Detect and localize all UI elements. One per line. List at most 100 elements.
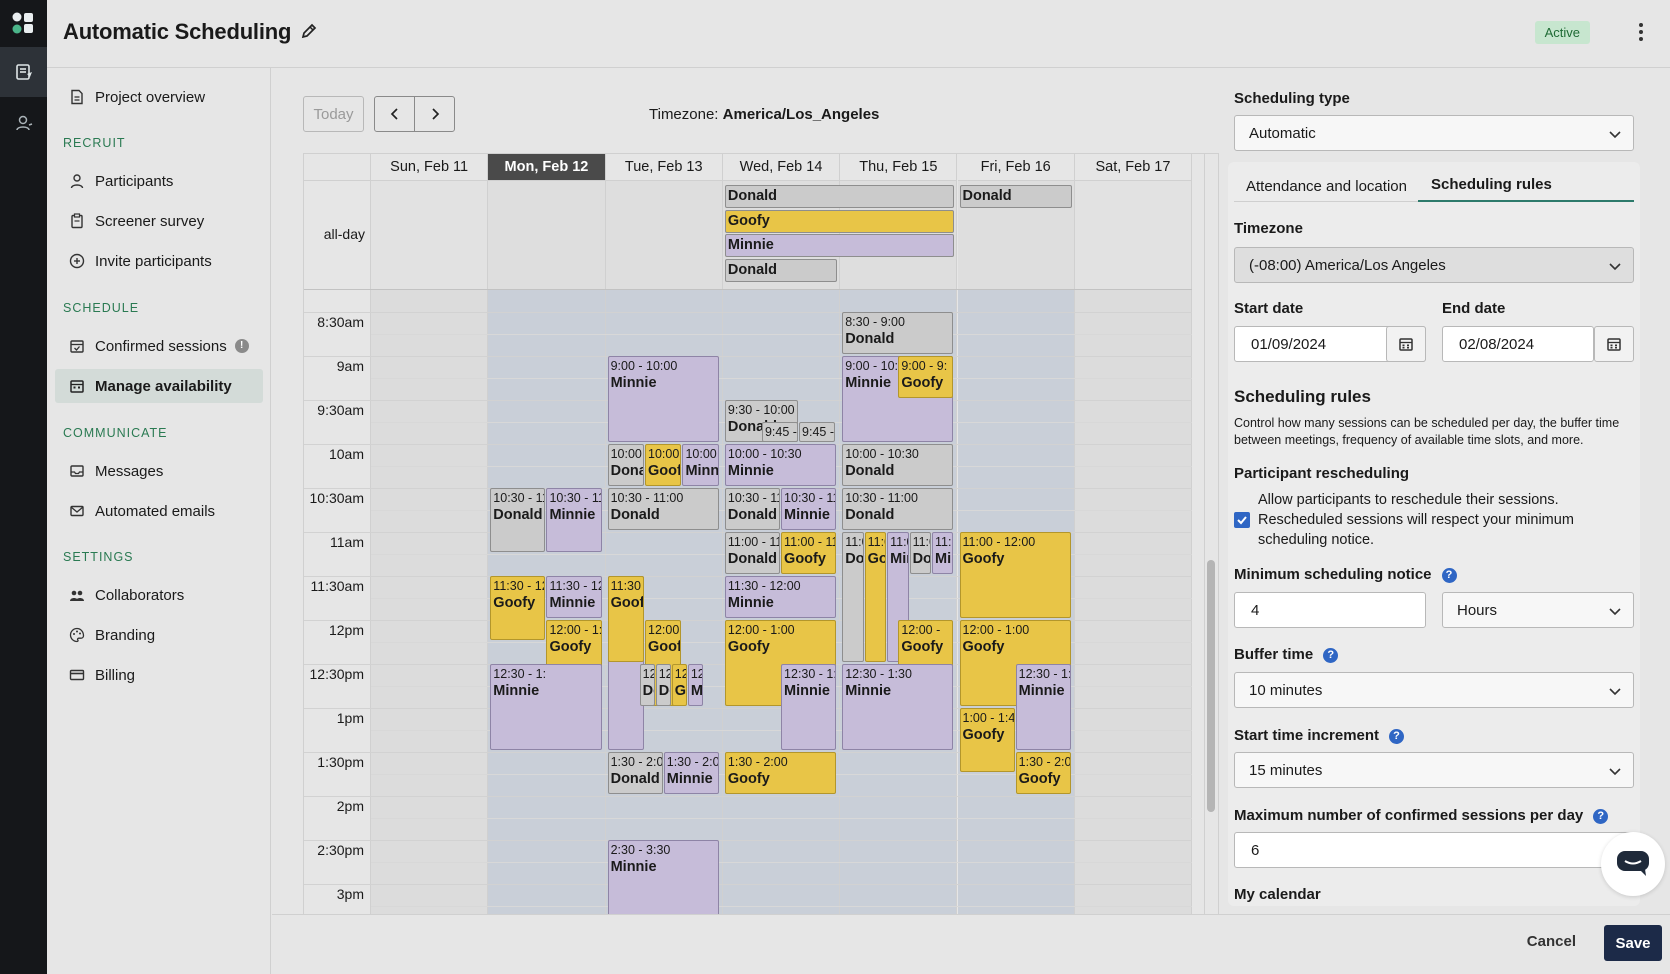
calendar-event[interactable]: 11:0 Minnie	[932, 532, 954, 574]
calendar-event[interactable]: 1:30 - 2:0 Goofy	[1015, 752, 1071, 794]
sidebar-item-manage-availability[interactable]: Manage availability	[55, 369, 263, 403]
app-logo-icon[interactable]	[11, 11, 35, 35]
calendar-event[interactable]: 10:30 - 11:00 Donald	[842, 488, 954, 530]
calendar-event[interactable]: 10:00 Goofy	[645, 444, 682, 486]
help-icon[interactable]: ?	[1593, 809, 1609, 824]
calendar-event[interactable]: 10:30 - 11: Donald	[724, 488, 781, 530]
reschedule-checkbox[interactable]	[1234, 512, 1250, 528]
calendar-event[interactable]: 11:0 Goofy	[864, 532, 887, 662]
cancel-button[interactable]: Cancel	[1527, 933, 1576, 950]
min-notice-unit-select[interactable]: Hours	[1442, 592, 1634, 628]
start-date-picker-button[interactable]	[1386, 326, 1426, 362]
calendar-event[interactable]: 11:30 - 12: Goofy	[490, 576, 546, 640]
sidebar-item-invite-participants[interactable]: Invite participants	[55, 244, 263, 278]
min-notice-input[interactable]: 4	[1234, 592, 1426, 628]
sidebar-item-screener-survey[interactable]: Screener survey	[55, 204, 263, 238]
day-column[interactable]	[371, 290, 489, 914]
sidebar-item-branding[interactable]: Branding	[55, 618, 263, 652]
sidebar-item-participants[interactable]: Participants	[55, 164, 263, 198]
timezone-select[interactable]: (-08:00) America/Los Angeles	[1234, 247, 1634, 283]
prev-week-button[interactable]	[375, 97, 415, 131]
calendar-event[interactable]: 9:00 - 10:00 Minnie	[607, 356, 719, 442]
calendar-event[interactable]: 10:00 Donald	[607, 444, 645, 486]
day-header[interactable]: Thu, Feb 15	[840, 154, 958, 181]
allday-event[interactable]: Donald	[724, 185, 955, 208]
calendar-event[interactable]: 11:30 - 12: Minnie	[546, 576, 602, 618]
calendar-event[interactable]: 9:45 -	[799, 422, 836, 442]
allday-cell[interactable]	[488, 181, 606, 289]
allday-event[interactable]: Minnie	[724, 234, 955, 257]
save-button[interactable]: Save	[1604, 925, 1662, 961]
calendar-event[interactable]: 10:00 - 10:30 Donald	[842, 444, 954, 486]
allday-cell[interactable]	[605, 181, 723, 289]
help-icon[interactable]: ?	[1323, 648, 1339, 663]
calendar-event[interactable]: 1:30 - 2:00 Goofy	[724, 752, 837, 794]
tab-scheduling-rules[interactable]: Scheduling rules	[1431, 176, 1552, 193]
day-header[interactable]: Sun, Feb 11	[371, 154, 489, 181]
calendar-event[interactable]: 12:30 - 1:30 Minnie	[842, 664, 954, 750]
day-header[interactable]: Wed, Feb 14	[722, 154, 841, 181]
allday-event[interactable]: Goofy	[724, 209, 955, 233]
calendar-event[interactable]: 10:00 - 10:30 Minnie	[724, 444, 837, 486]
calendar-event[interactable]: 12:30 - 1: Minnie	[1015, 664, 1071, 750]
calendar-scrollbar-thumb[interactable]	[1207, 560, 1215, 812]
end-date-picker-button[interactable]	[1594, 326, 1634, 362]
calendar-event[interactable]: 11:0 Donald	[842, 532, 864, 662]
calendar-event[interactable]: 1:30 - 2:0 Minnie	[663, 752, 719, 794]
calendar-event[interactable]: 11:30 - 12:00 Minnie	[724, 576, 837, 618]
calendar-event[interactable]: 11:30 Goofy	[607, 576, 645, 662]
day-header[interactable]: Sat, Feb 17	[1074, 154, 1193, 181]
calendar-event[interactable]: 12: Minnie	[687, 664, 703, 706]
calendar-event[interactable]: 10:30 - 11: Minnie	[781, 488, 837, 530]
help-icon[interactable]: ?	[1389, 729, 1405, 744]
calendar-event[interactable]: 8:30 - 9:00 Donald	[842, 312, 954, 354]
calendar-event[interactable]: 12: Donald	[655, 664, 671, 706]
allday-cell[interactable]	[371, 181, 489, 289]
calendar-event[interactable]: 12: Donald	[639, 664, 655, 706]
sidebar-item-project-overview[interactable]: Project overview	[55, 80, 263, 114]
calendar-event[interactable]: 9:45 -	[761, 422, 798, 442]
calendar-event[interactable]: 12:30 - 1: Minnie	[490, 664, 602, 750]
calendar-event[interactable]: 12: Goofy	[671, 664, 687, 706]
end-date-input[interactable]: 02/08/2024	[1442, 326, 1594, 362]
chat-launcher-button[interactable]	[1601, 832, 1665, 896]
sidebar-item-collaborators[interactable]: Collaborators	[55, 578, 263, 612]
day-header[interactable]: Mon, Feb 12	[488, 154, 606, 181]
allday-cell[interactable]	[1074, 181, 1193, 289]
sidebar-item-confirmed-sessions[interactable]: Confirmed sessions !	[55, 329, 263, 363]
buffer-time-select[interactable]: 10 minutes	[1234, 672, 1634, 708]
calendar-event[interactable]: 11:00 - 12:00 Goofy	[959, 532, 1071, 618]
calendar-event[interactable]: 11:00 - 11: Donald	[724, 532, 781, 574]
next-week-button[interactable]	[415, 97, 455, 131]
calendar-event[interactable]: 10:30 - 11: Donald	[490, 488, 546, 552]
day-column[interactable]	[1074, 290, 1193, 914]
rail-projects-icon[interactable]	[0, 47, 47, 97]
max-sessions-input[interactable]: 6	[1234, 832, 1634, 868]
calendar-event[interactable]: 1:00 - 1:4 Goofy	[959, 708, 1015, 772]
day-header[interactable]: Fri, Feb 16	[957, 154, 1075, 181]
tab-attendance-location[interactable]: Attendance and location	[1246, 178, 1407, 195]
sidebar-item-automated-emails[interactable]: Automated emails	[55, 494, 263, 528]
edit-pencil-icon[interactable]	[299, 22, 319, 42]
calendar-event[interactable]: 10:30 - 11: Minnie	[546, 488, 602, 552]
start-increment-select[interactable]: 15 minutes	[1234, 752, 1634, 788]
scheduling-type-select[interactable]: Automatic	[1234, 115, 1634, 151]
calendar-event[interactable]: 10:30 - 11:00 Donald	[607, 488, 719, 530]
calendar-event[interactable]: 12:30 - 1: Minnie	[781, 664, 837, 750]
calendar-event[interactable]: 9:00 - 9: Goofy	[898, 356, 954, 398]
calendar-event[interactable]: 11:00 - 11: Goofy	[781, 532, 837, 574]
today-button[interactable]: Today	[303, 96, 364, 132]
day-header[interactable]: Tue, Feb 13	[605, 154, 723, 181]
calendar-event[interactable]: 1:30 - 2:0 Donald	[607, 752, 663, 794]
sidebar-item-billing[interactable]: Billing	[55, 658, 263, 692]
allday-event[interactable]: Donald	[959, 185, 1072, 208]
calendar-event[interactable]: 2:30 - 3:30 Minnie	[607, 840, 719, 914]
calendar-event[interactable]: 11:0 Donald	[909, 532, 932, 574]
allday-event[interactable]: Donald	[724, 258, 838, 282]
rail-people-icon[interactable]	[0, 98, 47, 148]
more-options-icon[interactable]	[1634, 20, 1648, 44]
sidebar-item-messages[interactable]: Messages	[55, 454, 263, 488]
calendar-event[interactable]: 10:00 Minnie	[682, 444, 719, 486]
event-name: Minnie	[727, 463, 774, 479]
help-icon[interactable]: ?	[1441, 568, 1457, 583]
